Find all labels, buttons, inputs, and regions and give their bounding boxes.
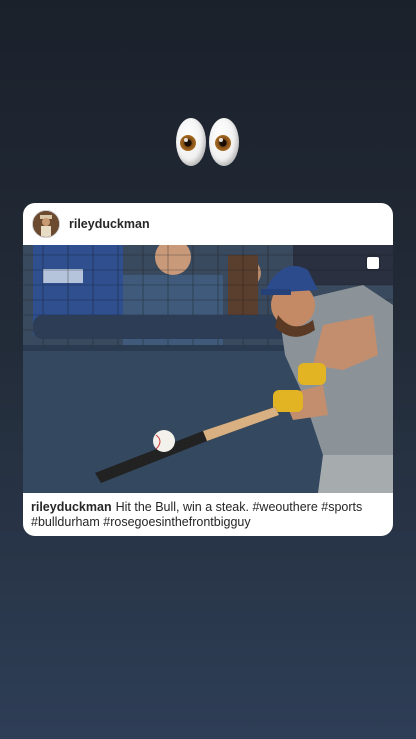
caption-username[interactable]: rileyduckman (31, 500, 112, 514)
post-header[interactable]: rileyduckman (23, 203, 393, 245)
avatar[interactable] (32, 210, 60, 238)
post-photo[interactable] (23, 245, 393, 493)
left-eye (176, 118, 206, 166)
eyes-emoji-icon (174, 118, 242, 170)
shared-post-card[interactable]: rileyduckman rileyduckman Hit the Bull, … (23, 203, 393, 536)
post-username[interactable]: rileyduckman (69, 217, 150, 231)
post-caption: rileyduckman Hit the Bull, win a steak. #… (23, 493, 393, 530)
square-icon (367, 257, 379, 269)
right-eye (209, 118, 239, 166)
